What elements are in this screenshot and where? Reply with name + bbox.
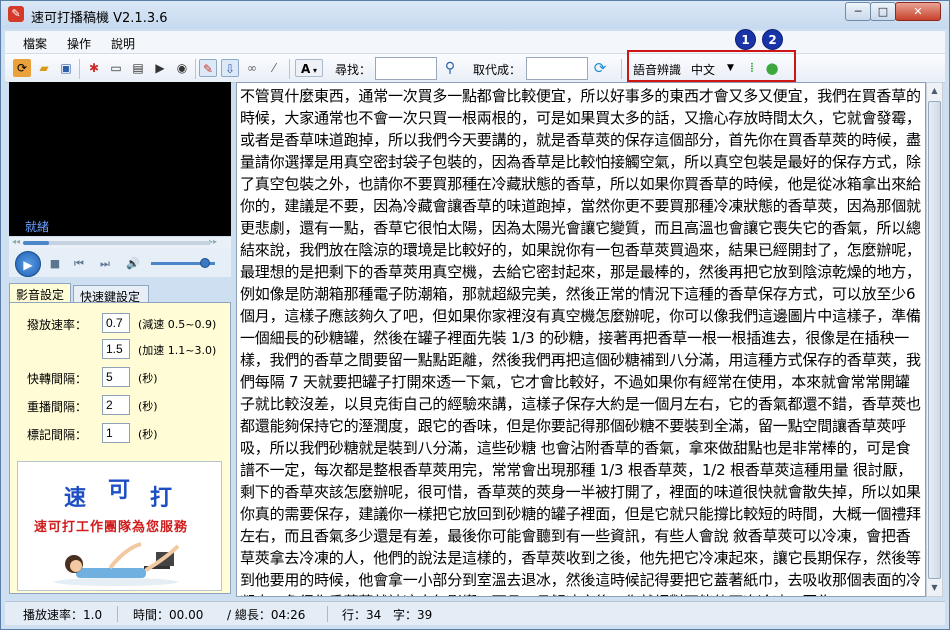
video-display[interactable]: 就緒 bbox=[9, 82, 231, 236]
tab-shortcut-settings[interactable]: 快速鍵設定 bbox=[73, 285, 149, 304]
promo-slogan: 速可打工作團隊為您服務 bbox=[34, 520, 189, 535]
insert-cursor-icon[interactable]: ⇩ bbox=[221, 59, 239, 77]
fast-forward-label: 快轉間隔： bbox=[27, 372, 88, 386]
mark-unit: (秒) bbox=[138, 428, 158, 441]
previous-icon[interactable]: ⏮ bbox=[71, 256, 87, 272]
status-bar: 播放速率：1.0 時間：00.00 / 總長：04:26 行：34 字：39 bbox=[5, 601, 945, 625]
toolbar-separator bbox=[289, 59, 290, 79]
menu-help[interactable]: 說明 bbox=[111, 35, 135, 52]
voice-highlight-box bbox=[627, 50, 796, 82]
title-bar: ✎ 速可打播稿機 V2.1.3.6 ─ □ ✕ bbox=[1, 1, 949, 29]
pen-icon[interactable]: ✎ bbox=[199, 59, 217, 77]
promo-logo-char-3: 打 bbox=[150, 485, 173, 511]
maximize-button[interactable]: □ bbox=[870, 2, 896, 21]
next-icon[interactable]: ⏭ bbox=[97, 256, 113, 272]
seek-back-icon[interactable]: ◂◂ bbox=[12, 237, 20, 246]
tab-media-settings[interactable]: 影音設定 bbox=[9, 283, 71, 303]
font-button[interactable]: A ▾ bbox=[295, 59, 323, 77]
app-window: ✎ 速可打播稿機 V2.1.3.6 ─ □ ✕ 檔案 操作 說明 ⟳ ▰ ▣ ✱… bbox=[0, 0, 950, 630]
rewind-label: 重播間隔： bbox=[27, 400, 88, 414]
volume-thumb[interactable] bbox=[200, 258, 210, 268]
callout-badge-2: 2 bbox=[762, 29, 783, 50]
promo-logo-char-1: 速 bbox=[64, 485, 87, 511]
scrollbar-thumb[interactable] bbox=[928, 101, 941, 579]
status-separator bbox=[117, 606, 118, 622]
status-time: 時間：00.00 bbox=[133, 608, 204, 622]
slow-speed-note: (減速 0.5~0.9) bbox=[138, 318, 217, 331]
toolbar-separator bbox=[621, 59, 622, 79]
replace-refresh-icon[interactable]: ⟳ bbox=[591, 59, 609, 77]
eye-icon[interactable]: ◉ bbox=[173, 59, 191, 77]
menu-operate[interactable]: 操作 bbox=[67, 35, 91, 52]
menu-file[interactable]: 檔案 bbox=[23, 35, 47, 52]
slow-speed-input[interactable] bbox=[102, 313, 130, 333]
close-button[interactable]: ✕ bbox=[895, 2, 941, 21]
video-icon[interactable]: ▤ bbox=[129, 59, 147, 77]
scroll-down-icon[interactable]: ▼ bbox=[927, 580, 942, 596]
app-logo-icon: ✎ bbox=[8, 6, 24, 22]
promo-logo-char-2: 可 bbox=[108, 477, 131, 503]
eraser-icon[interactable]: ⁄ bbox=[265, 59, 283, 77]
callout-badge-1: 1 bbox=[735, 29, 756, 50]
replace-label: 取代成： bbox=[473, 63, 522, 77]
vertical-scrollbar[interactable]: ▲ ▼ bbox=[926, 82, 943, 597]
play-button[interactable]: ▶ bbox=[15, 251, 41, 277]
transcript-text[interactable]: 不管買什麼東西，通常一次買多一點都會比較便宜，所以好事多的東西才會又多又便宜，我… bbox=[237, 83, 925, 596]
seek-bar[interactable] bbox=[23, 241, 211, 245]
new-file-icon[interactable]: ⟳ bbox=[13, 59, 31, 77]
status-speed: 播放速率：1.0 bbox=[23, 608, 103, 622]
fast-forward-unit: (秒) bbox=[138, 372, 158, 385]
fast-speed-note: (加速 1.1~3.0) bbox=[138, 344, 217, 357]
status-char: 字：39 bbox=[393, 608, 433, 622]
scroll-up-icon[interactable]: ▲ bbox=[927, 83, 942, 99]
window-title: 速可打播稿機 V2.1.3.6 bbox=[31, 11, 168, 26]
transcript-editor[interactable]: 不管買什麼東西，通常一次買多一點都會比較便宜，所以好事多的東西才會又多又便宜，我… bbox=[236, 82, 926, 597]
rewind-input[interactable] bbox=[102, 395, 130, 415]
person-with-laptop-illustration bbox=[54, 542, 180, 586]
minimize-button[interactable]: ─ bbox=[845, 2, 871, 21]
window-icon[interactable]: ▭ bbox=[107, 59, 125, 77]
font-button-label: A bbox=[300, 62, 311, 76]
save-icon[interactable]: ▣ bbox=[57, 59, 75, 77]
search-icon[interactable]: ⚲ bbox=[441, 59, 459, 77]
replace-input[interactable] bbox=[526, 57, 588, 80]
status-total: / 總長：04:26 bbox=[227, 608, 306, 622]
fast-forward-input[interactable] bbox=[102, 367, 130, 387]
promo-banner: 速 可 打 速可打工作團隊為您服務 bbox=[17, 461, 222, 591]
status-separator bbox=[327, 606, 328, 622]
stop-icon[interactable]: ■ bbox=[47, 256, 63, 272]
fast-speed-input[interactable] bbox=[102, 339, 130, 359]
link-icon[interactable]: ∞ bbox=[243, 59, 261, 77]
seek-progress bbox=[23, 241, 49, 245]
menu-bar: 檔案 操作 說明 bbox=[5, 31, 945, 53]
find-label: 尋找： bbox=[335, 63, 372, 77]
volume-icon[interactable]: 🔊 bbox=[125, 256, 141, 272]
player-status: 就緒 bbox=[25, 220, 50, 234]
toolbar-separator bbox=[79, 59, 80, 79]
pin-icon[interactable]: ✱ bbox=[85, 59, 103, 77]
mark-label: 標記間隔： bbox=[27, 428, 88, 442]
open-folder-icon[interactable]: ▰ bbox=[35, 59, 53, 77]
mark-input[interactable] bbox=[102, 423, 130, 443]
play-media-icon[interactable]: ▶ bbox=[151, 59, 169, 77]
status-row: 行：34 bbox=[342, 608, 382, 622]
toolbar-separator bbox=[195, 59, 196, 79]
find-input[interactable] bbox=[375, 57, 437, 80]
rewind-unit: (秒) bbox=[138, 400, 158, 413]
settings-tabs: 影音設定 快速鍵設定 bbox=[9, 283, 231, 304]
speed-label: 撥放速率： bbox=[27, 318, 88, 332]
toolbar: ⟳ ▰ ▣ ✱ ▭ ▤ ▶ ◉ ✎ ⇩ ∞ ⁄ A ▾ 尋找： ⚲ 取代成： ⟳… bbox=[5, 53, 945, 83]
